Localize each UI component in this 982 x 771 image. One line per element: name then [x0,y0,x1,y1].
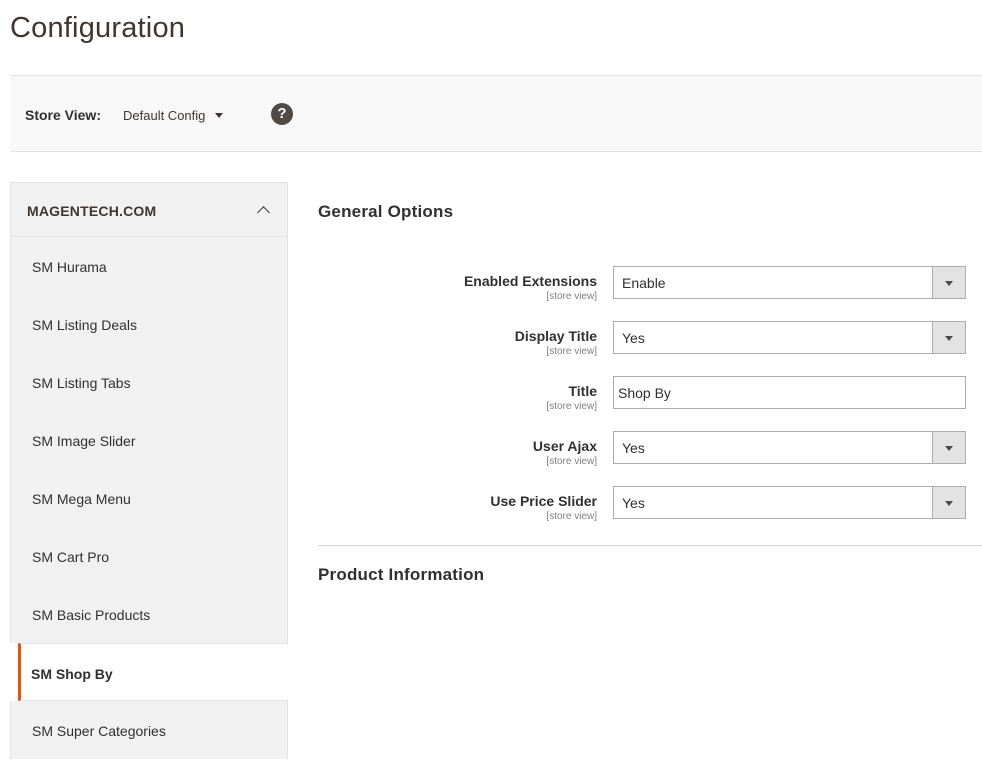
section-title-general-options[interactable]: General Options [318,202,453,222]
field-label-display-title: Display Title [514,328,597,344]
select-toggle[interactable] [932,487,965,518]
caret-down-icon [945,501,953,506]
sidebar-item-sm-mega-menu[interactable]: SM Mega Menu [10,469,288,527]
field-label-use-price-slider: Use Price Slider [490,493,597,509]
sidebar-item-sm-basic-products[interactable]: SM Basic Products [10,585,288,643]
field-label-user-ajax: User Ajax [532,438,597,454]
config-sidebar: MAGENTECH.COM SM Hurama SM Listing Deals… [10,182,288,771]
sidebar-list: SM Hurama SM Listing Deals SM Listing Ta… [10,237,288,759]
sidebar-item-label: SM Super Categories [32,723,166,739]
sidebar-item-label: SM Image Slider [32,433,136,449]
user-ajax-select[interactable]: Yes [613,431,966,464]
sidebar-item-sm-cart-pro[interactable]: SM Cart Pro [10,527,288,585]
sidebar-item-label: SM Listing Deals [32,317,138,333]
sidebar-item-label: SM Mega Menu [32,491,131,507]
enabled-extensions-select[interactable]: Enable [613,266,966,299]
section-divider [318,545,982,546]
display-title-select[interactable]: Yes [613,321,966,354]
sidebar-item-sm-super-categories[interactable]: SM Super Categories [10,701,288,759]
caret-down-icon [215,113,224,118]
sidebar-item-sm-hurama[interactable]: SM Hurama [10,237,288,295]
scope-label: [store view] [546,511,597,522]
select-value: Enable [622,275,666,291]
scope-label: [store view] [546,291,597,302]
store-view-switcher[interactable]: Default Config [123,108,224,123]
select-value: Yes [622,495,645,511]
caret-down-icon [945,336,953,341]
use-price-slider-select[interactable]: Yes [613,486,966,519]
select-value: Yes [622,330,645,346]
store-view-value: Default Config [123,108,206,123]
page-title: Configuration [10,12,186,44]
sidebar-item-label: SM Basic Products [32,607,151,623]
sidebar-item-label: SM Cart Pro [32,549,110,565]
field-label-title: Title [568,383,597,399]
sidebar-item-label: SM Hurama [32,259,107,275]
sidebar-item-label: SM Shop By [31,666,113,682]
scope-label: [store view] [546,401,597,412]
scope-label: [store view] [546,456,597,467]
help-icon[interactable]: ? [271,103,293,125]
select-toggle[interactable] [932,267,965,298]
sidebar-section-title: MAGENTECH.COM [27,203,157,219]
sidebar-section-header[interactable]: MAGENTECH.COM [10,182,288,237]
store-view-bar: Store View: Default Config ? [10,75,982,152]
store-view-label: Store View: [25,107,101,123]
field-label-enabled-extensions: Enabled Extensions [463,273,597,289]
select-toggle[interactable] [932,432,965,463]
sidebar-item-label: SM Listing Tabs [32,375,131,391]
title-input[interactable] [613,376,966,409]
section-title-product-information[interactable]: Product Information [318,565,484,585]
caret-down-icon [945,446,953,451]
sidebar-item-sm-listing-tabs[interactable]: SM Listing Tabs [10,353,288,411]
sidebar-item-sm-image-slider[interactable]: SM Image Slider [10,411,288,469]
select-value: Yes [622,440,645,456]
sidebar-item-sm-listing-deals[interactable]: SM Listing Deals [10,295,288,353]
caret-down-icon [945,281,953,286]
scope-label: [store view] [546,346,597,357]
sidebar-item-sm-shop-by[interactable]: SM Shop By [18,643,288,701]
select-toggle[interactable] [932,322,965,353]
chevron-up-icon [257,206,270,219]
